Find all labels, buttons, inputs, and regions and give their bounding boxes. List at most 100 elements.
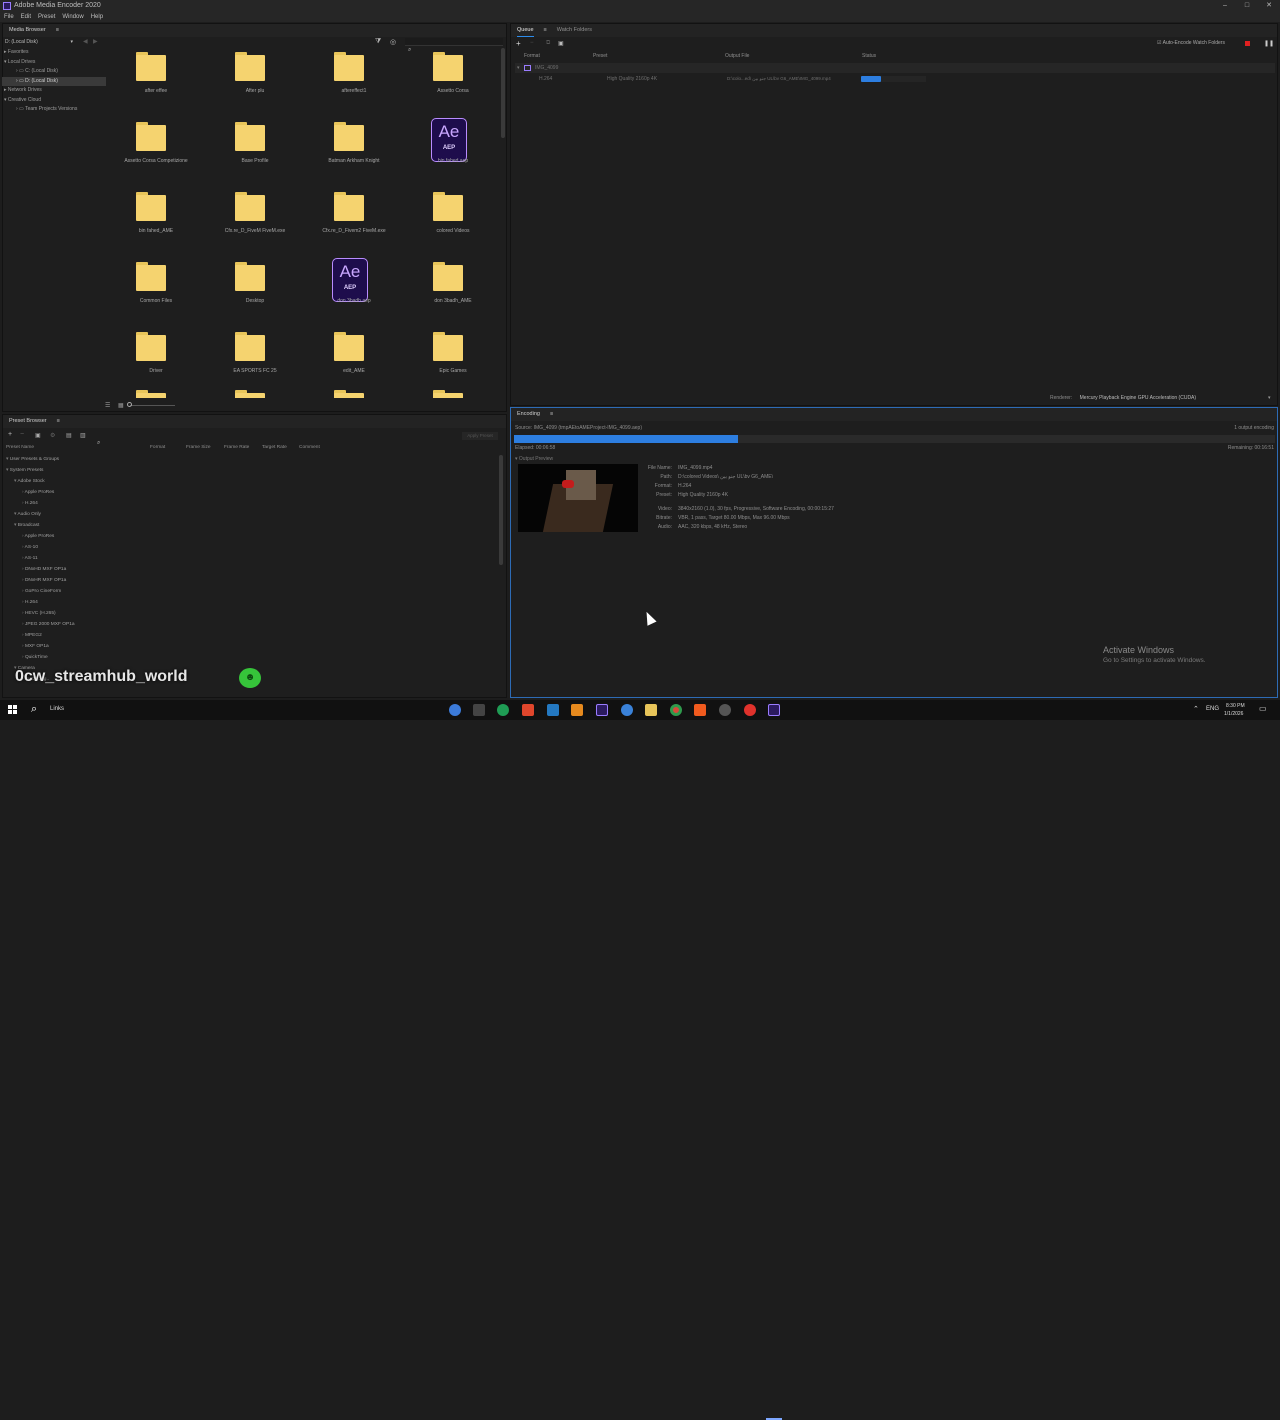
media-encoder-icon[interactable] [768, 704, 780, 716]
tree-item-c-drive[interactable]: › ▭ C: (Local Disk) [2, 67, 106, 77]
col-status[interactable]: Status [862, 53, 876, 59]
app-icon-13[interactable] [744, 704, 756, 716]
preset-tree-item[interactable]: › DNxHD MXF OP1a [6, 564, 496, 575]
app-icon-8[interactable] [621, 704, 633, 716]
language-indicator[interactable]: ENG [1206, 706, 1219, 712]
zoom-slider[interactable] [130, 405, 175, 406]
preset-browser-tab[interactable]: Preset Browser [9, 415, 47, 428]
preset-tree-item[interactable]: › QuickTime [6, 652, 496, 663]
preset-tree-item[interactable]: › HEVC (H.265) [6, 608, 496, 619]
menu-window[interactable]: Window [62, 12, 83, 22]
preset-tree-item[interactable]: ▾ Audio Only [6, 509, 496, 520]
view-icon[interactable]: ◎ [390, 38, 396, 46]
preset-tree-item[interactable]: › AS-11 [6, 553, 496, 564]
search-input[interactable]: ⌕ [405, 38, 503, 53]
preset-tree-item[interactable]: ▾ System Presets [6, 465, 496, 476]
thumbnail-view-icon[interactable]: ▦ [118, 402, 124, 409]
app-icon-6[interactable] [571, 704, 583, 716]
folder-tile[interactable]: bin fahed_AME [108, 188, 204, 254]
stop-queue-button[interactable] [1245, 41, 1250, 46]
output-preview-toggle[interactable]: ▾ Output Preview [515, 456, 553, 462]
folder-tile[interactable]: EA SPORTS FC 25 [207, 328, 303, 394]
folder-tile[interactable] [108, 386, 204, 398]
preset-tree-item[interactable]: › DNxHR MXF OP1a [6, 575, 496, 586]
folder-tile[interactable]: Epic Games [405, 328, 500, 394]
folder-tile[interactable] [306, 386, 402, 398]
grid-scrollbar[interactable] [501, 48, 505, 138]
preset-tree-item[interactable]: › MPEG2 [6, 630, 496, 641]
preset-search-input[interactable]: ⌕ [97, 431, 217, 446]
folder-tile[interactable] [207, 386, 303, 398]
tree-item-network-drives[interactable]: ▸ Network Drives [2, 86, 106, 96]
folder-tile[interactable]: Cfx.re_D_FiveM FiveM.exe [207, 188, 303, 254]
chevron-down-icon[interactable]: ▾ [1268, 395, 1271, 401]
preset-group-icon[interactable]: ▣ [35, 432, 41, 439]
app-icon-2[interactable] [473, 704, 485, 716]
col-target-rate[interactable]: Target Rate [262, 445, 287, 450]
encoding-tab[interactable]: Encoding [517, 408, 540, 421]
nav-back-icon[interactable]: ◀ [83, 38, 88, 45]
folder-tile[interactable]: edit_AME [306, 328, 402, 394]
tree-item-d-drive[interactable]: › ▭ D: (Local Disk) [2, 76, 106, 86]
folder-tile[interactable]: Assetto Corsa [405, 48, 500, 114]
location-dropdown[interactable]: D: (Local Disk) ▾ [5, 38, 75, 47]
add-preset-icon[interactable]: + [8, 431, 12, 438]
preset-tree-item[interactable]: › AS-10 [6, 542, 496, 553]
preset-tree-item[interactable]: › H.264 [6, 498, 496, 509]
app-icon-12[interactable] [719, 704, 731, 716]
search-icon[interactable]: ⌕ [31, 703, 37, 716]
preset-tree-item[interactable]: › GoPro CineForm [6, 586, 496, 597]
menu-help[interactable]: Help [91, 12, 103, 22]
aep-project-tile[interactable]: Ae AEP don 3badh.aep [306, 258, 402, 324]
folder-tile[interactable]: don 3badh_AME [405, 258, 500, 324]
queue-output-row[interactable]: H.264 High Quality 2160p 4K D:\colo...ed… [515, 74, 1275, 84]
media-browser-tab[interactable]: Media Browser [9, 24, 46, 37]
tree-item-creative-cloud[interactable]: ▾ Creative Cloud [2, 96, 106, 106]
folder-tile[interactable]: Driver [108, 328, 204, 394]
folder-tile[interactable]: Batman Arkham Knight [306, 118, 402, 184]
folder-tile[interactable] [405, 386, 500, 398]
preset-tree-item[interactable]: ▾ User Presets & Groups [6, 454, 496, 465]
tree-item-local-drives[interactable]: ▾ Local Drives [2, 58, 106, 68]
expand-icon[interactable]: ▾ [517, 63, 520, 73]
chrome-icon[interactable] [670, 704, 682, 716]
tree-item-favorites[interactable]: ▸ Favorites [2, 48, 106, 58]
aep-project-tile[interactable]: Ae AEP bin fahed.aep [405, 118, 500, 184]
folder-tile[interactable]: Common Files [108, 258, 204, 324]
folder-tile[interactable]: Cfx.re_D_Fivem2 FiveM.exe [306, 188, 402, 254]
renderer-dropdown[interactable]: Mercury Playback Engine GPU Acceleration… [1080, 395, 1196, 401]
panel-menu-icon[interactable]: ≡ [56, 24, 59, 37]
vscode-icon[interactable] [547, 704, 559, 716]
preset-tree-item[interactable]: › MXF OP1a [6, 641, 496, 652]
queue-settings-icon[interactable]: ▣ [558, 40, 564, 47]
minimize-button[interactable]: – [1214, 0, 1236, 12]
preset-tree-item[interactable]: ▾ Broadcast [6, 520, 496, 531]
col-preset[interactable]: Preset [593, 53, 607, 59]
tray-chevron-icon[interactable]: ⌃ [1193, 705, 1199, 713]
col-frame-size[interactable]: Frame Size [186, 445, 211, 450]
folder-tile[interactable]: Assetto Corsa Competizione [108, 118, 204, 184]
folder-tile[interactable]: aftereffect1 [306, 48, 402, 114]
tree-item-team-projects[interactable]: › ▭ Team Projects Versions [2, 105, 106, 115]
file-explorer-icon[interactable] [645, 704, 657, 716]
zoom-slider-handle[interactable] [127, 402, 132, 407]
settings-icon[interactable]: ⚙ [50, 432, 55, 439]
preset-tree-item[interactable]: › Apple ProRes [6, 487, 496, 498]
folder-tile[interactable]: colored Videos [405, 188, 500, 254]
panel-menu-icon[interactable]: ≡ [544, 24, 547, 37]
nav-forward-icon[interactable]: ▶ [93, 38, 98, 45]
taskbar-search-label[interactable]: Links [50, 706, 64, 712]
after-effects-icon[interactable] [596, 704, 608, 716]
preset-scrollbar[interactable] [499, 455, 503, 565]
pause-queue-button[interactable]: ❚❚ [1264, 40, 1274, 47]
col-frame-rate[interactable]: Frame Rate [224, 445, 249, 450]
folder-tile[interactable]: Base Profile [207, 118, 303, 184]
queue-job-row[interactable]: ▾ IMG_4099 [515, 63, 1275, 73]
clock-date[interactable]: 1/1/2026 [1224, 711, 1243, 717]
folder-tile[interactable]: Desktop [207, 258, 303, 324]
folder-tile[interactable]: After plu [207, 48, 303, 114]
notification-icon[interactable]: ▭ [1259, 704, 1267, 713]
col-output-file[interactable]: Output File [725, 53, 749, 59]
import-preset-icon[interactable]: ▤ [66, 432, 72, 439]
list-view-icon[interactable]: ☰ [105, 402, 110, 409]
